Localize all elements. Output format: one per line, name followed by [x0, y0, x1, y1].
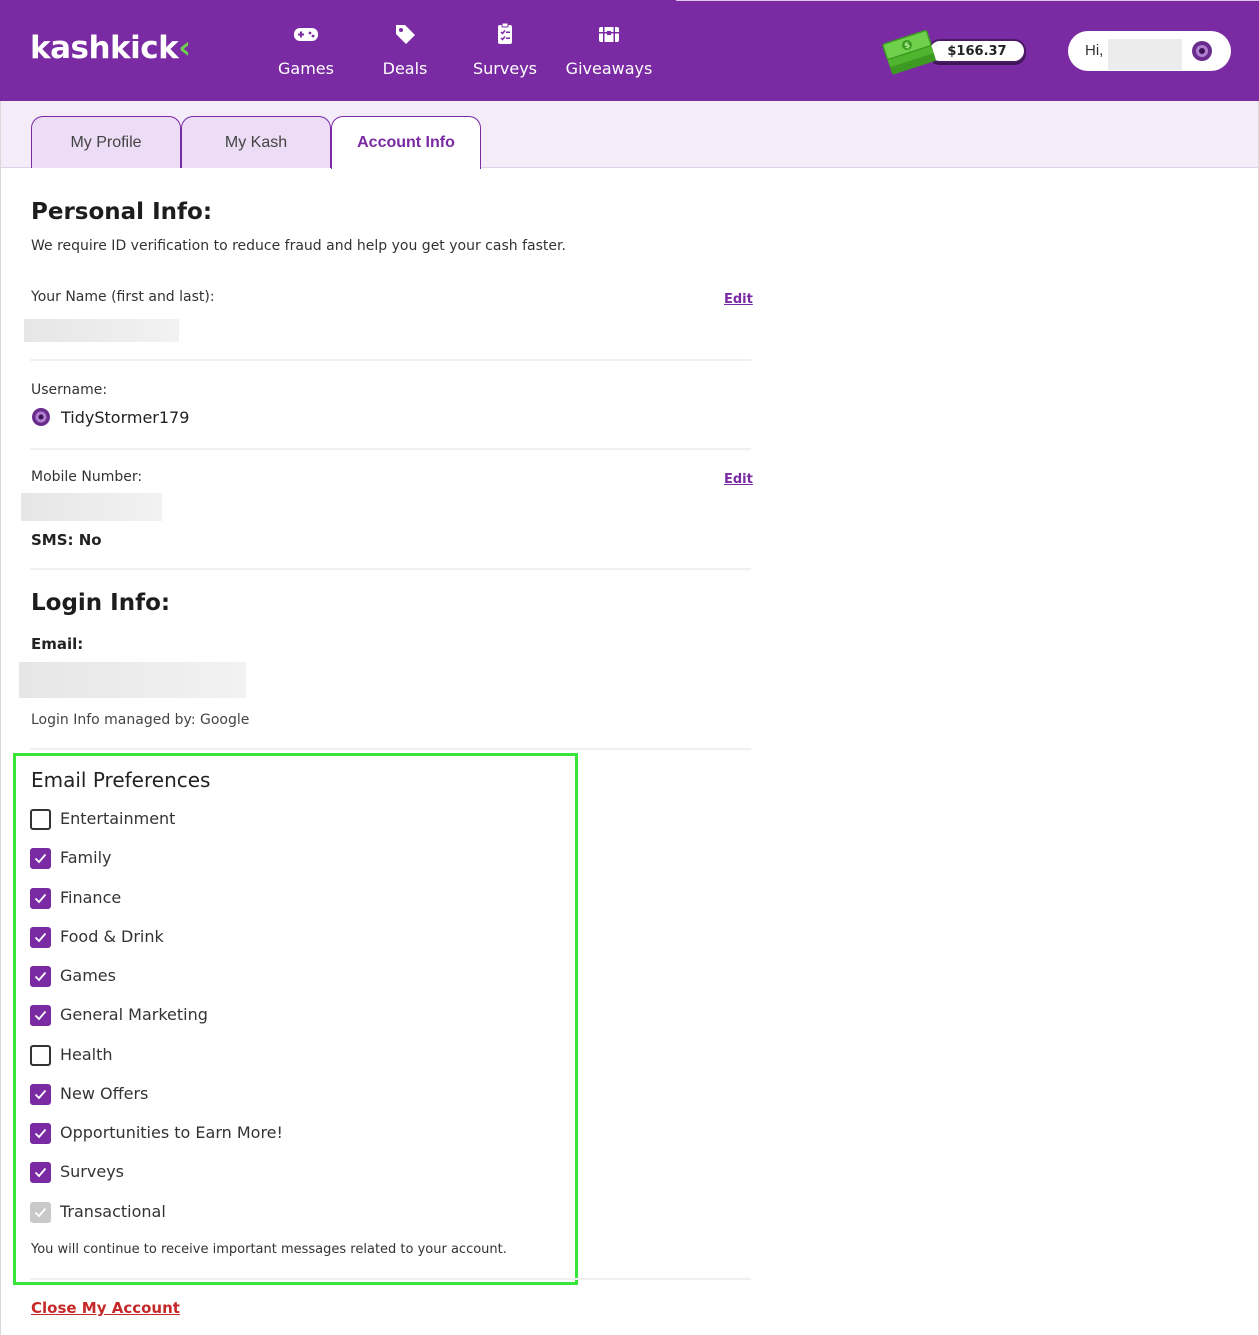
checkmark-icon: [34, 1167, 47, 1178]
username-value: TidyStormer179: [61, 408, 190, 427]
email-pref-label: Health: [60, 1045, 113, 1064]
nav-games-label: Games: [278, 59, 334, 78]
balance-pill: $166.37: [928, 39, 1026, 63]
avatar: [32, 408, 50, 426]
edit-name-link[interactable]: Edit: [724, 292, 753, 307]
checkmark-icon: [34, 893, 47, 904]
checkmark-icon: [34, 1128, 47, 1139]
nav-deals-label: Deals: [382, 59, 428, 78]
logo-text: kashkick: [30, 30, 179, 66]
email-pref-label: Food & Drink: [60, 927, 164, 946]
name-label: Your Name (first and last):: [31, 289, 215, 305]
redacted-email-value: [19, 662, 246, 698]
nav-deals[interactable]: Deals: [380, 22, 430, 84]
email-pref-label: New Offers: [60, 1084, 149, 1103]
gamepad-icon: [294, 28, 318, 41]
close-account-link[interactable]: Close My Account: [31, 1299, 180, 1317]
divider: [30, 448, 751, 450]
personal-info-subtitle: We require ID verification to reduce fra…: [31, 238, 566, 254]
email-pref-checkbox[interactable]: [30, 1084, 51, 1105]
checkmark-icon: [34, 971, 47, 982]
divider: [30, 748, 751, 750]
nav-giveaways-label: Giveaways: [565, 59, 653, 78]
checkmark-icon: [34, 1010, 47, 1021]
divider: [30, 1278, 751, 1280]
email-pref-label: Opportunities to Earn More!: [60, 1123, 283, 1142]
email-pref-checkbox[interactable]: [30, 848, 51, 869]
nav-surveys[interactable]: Surveys: [473, 22, 537, 84]
user-greeting: Hi,: [1085, 42, 1104, 59]
email-pref-label: Family: [60, 848, 112, 867]
header-top-edge: [676, 0, 1259, 1]
email-pref-label: General Marketing: [60, 1005, 208, 1024]
email-pref-checkbox: [30, 1202, 51, 1223]
email-pref-label: Games: [60, 966, 116, 985]
profile-tabbar: My Profile My Kash Account Info: [0, 101, 1259, 169]
logo-mark: ‹: [178, 30, 191, 66]
email-pref-checkbox[interactable]: [30, 927, 51, 948]
email-pref-checkbox[interactable]: [30, 1123, 51, 1144]
balance-widget[interactable]: $166.37 $: [880, 26, 1030, 76]
page-frame-left: [0, 101, 1, 1335]
kashkick-logo[interactable]: kashkick‹: [30, 30, 191, 66]
checkmark-icon: [34, 853, 47, 864]
top-header: kashkick‹ Games Deals Surveys Giveaways …: [0, 0, 1259, 101]
edit-mobile-link[interactable]: Edit: [724, 472, 753, 487]
email-pref-checkbox[interactable]: [30, 1162, 51, 1183]
cash-stack-icon: $: [882, 30, 936, 75]
nav-surveys-label: Surveys: [473, 59, 537, 78]
nav-giveaways[interactable]: Giveaways: [564, 22, 654, 84]
treasure-chest-icon: [599, 27, 619, 42]
tab-my-kash[interactable]: My Kash: [181, 116, 331, 168]
email-pref-checkbox[interactable]: [30, 809, 51, 830]
login-info-heading: Login Info:: [31, 590, 171, 616]
nav-games[interactable]: Games: [276, 22, 336, 84]
user-menu[interactable]: Hi,: [1068, 31, 1231, 71]
username-label: Username:: [31, 382, 108, 398]
personal-info-heading: Personal Info:: [31, 199, 213, 225]
divider: [30, 359, 751, 361]
checkmark-icon: [34, 932, 47, 943]
clipboard-icon: [498, 22, 512, 44]
redacted-name-value: [24, 319, 179, 342]
email-preferences-note: You will continue to receive important m…: [31, 1242, 507, 1257]
avatar: [1192, 41, 1212, 61]
email-pref-label: Entertainment: [60, 809, 176, 828]
email-pref-checkbox[interactable]: [30, 1045, 51, 1066]
email-pref-checkbox[interactable]: [30, 1005, 51, 1026]
mobile-label: Mobile Number:: [31, 469, 143, 485]
login-managed-by: Login Info managed by: Google: [31, 712, 250, 728]
sms-status: SMS: No: [31, 531, 102, 549]
balance-amount: $166.37: [947, 44, 1007, 59]
divider: [30, 568, 751, 570]
email-label: Email:: [31, 635, 84, 653]
email-pref-checkbox[interactable]: [30, 888, 51, 909]
tab-account-info[interactable]: Account Info: [331, 116, 481, 169]
tag-icon: [396, 25, 415, 44]
checkmark-icon: [34, 1089, 47, 1100]
redacted-mobile-value: [21, 493, 162, 521]
email-preferences-heading: Email Preferences: [31, 768, 211, 792]
redacted-user-name: [1108, 39, 1182, 70]
email-pref-label: Surveys: [60, 1162, 124, 1181]
email-pref-label: Finance: [60, 888, 122, 907]
email-pref-checkbox[interactable]: [30, 966, 51, 987]
checkmark-icon: [34, 1207, 47, 1218]
tab-my-profile[interactable]: My Profile: [31, 116, 181, 168]
email-pref-label: Transactional: [60, 1202, 166, 1221]
